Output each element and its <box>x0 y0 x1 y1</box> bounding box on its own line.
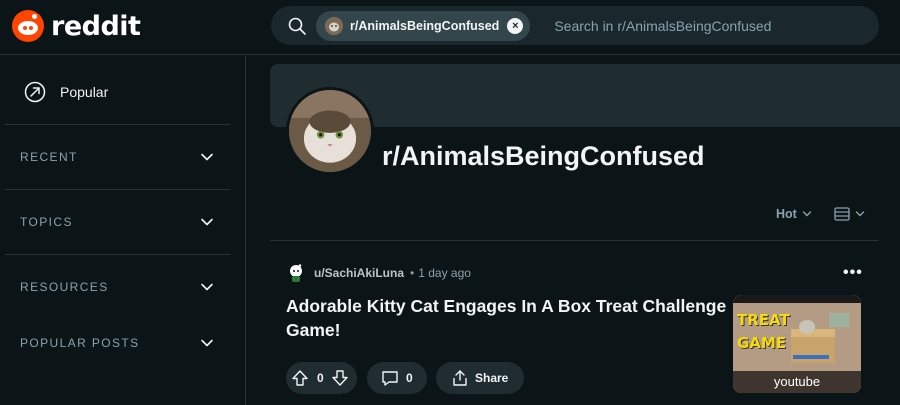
chevron-down-icon <box>201 153 213 161</box>
logo-text: reddit <box>51 10 141 42</box>
view-toggle[interactable] <box>834 207 865 221</box>
top-header: reddit r/AnimalsBeingConfused × Search i… <box>0 0 900 55</box>
thumbnail-text: GAME <box>737 334 787 352</box>
post-author-link[interactable]: u/SachiAkiLuna <box>314 266 404 280</box>
more-dots-icon[interactable]: ••• <box>843 264 863 282</box>
subreddit-title: r/AnimalsBeingConfused <box>382 141 705 171</box>
meta-separator: • <box>410 266 415 280</box>
divider <box>5 189 230 190</box>
post-timestamp: 1 day ago <box>418 266 471 280</box>
subreddit-avatar <box>286 87 374 175</box>
vote-control: 0 <box>286 362 357 394</box>
search-icon <box>288 17 306 35</box>
section-label: RESOURCES <box>20 280 109 294</box>
comment-bubble-icon <box>382 371 398 386</box>
comments-button[interactable]: 0 <box>367 362 427 394</box>
subreddit-search-chip[interactable]: r/AnimalsBeingConfused × <box>316 10 531 41</box>
subreddit-chip-avatar <box>325 16 343 35</box>
chevron-down-icon <box>201 339 213 347</box>
search-bar[interactable]: r/AnimalsBeingConfused × Search in r/Ani… <box>271 6 879 45</box>
sort-label: Hot <box>776 207 797 221</box>
section-label: POPULAR POSTS <box>20 336 140 350</box>
thumbnail-text: TREAT <box>737 311 790 329</box>
thumbnail-source-label: youtube <box>733 371 861 393</box>
downvote-arrow-icon[interactable] <box>331 369 349 387</box>
user-avatar-icon[interactable] <box>287 263 305 283</box>
upvote-arrow-icon[interactable] <box>291 369 309 387</box>
chevron-down-icon <box>201 218 213 226</box>
sidebar-item-popular[interactable]: Popular <box>12 68 232 116</box>
chevron-down-icon <box>855 211 865 217</box>
share-label: Share <box>475 371 509 385</box>
search-input[interactable]: Search in r/AnimalsBeingConfused <box>554 18 771 34</box>
trending-arrow-icon <box>24 81 46 103</box>
sidebar-section-topics[interactable]: TOPICS <box>5 202 230 242</box>
post-title[interactable]: Adorable Kitty Cat Engages In A Box Trea… <box>286 294 731 342</box>
close-icon[interactable]: × <box>507 17 524 34</box>
divider <box>5 254 230 255</box>
section-label: TOPICS <box>20 215 73 229</box>
card-view-icon <box>834 207 850 221</box>
reddit-snoo-icon <box>12 10 44 42</box>
vote-count: 0 <box>317 371 324 385</box>
comment-count: 0 <box>406 371 413 385</box>
sort-dropdown[interactable]: Hot <box>776 207 812 221</box>
section-label: RECENT <box>20 150 78 164</box>
divider <box>5 124 230 125</box>
post-thumbnail[interactable]: TREAT GAME youtube <box>733 295 861 393</box>
sidebar-item-label: Popular <box>60 84 109 100</box>
left-sidebar: Popular RECENT TOPICS RESOURCES POPULAR … <box>0 56 246 405</box>
divider <box>270 240 878 241</box>
sidebar-section-recent[interactable]: RECENT <box>5 137 230 177</box>
post-meta: u/SachiAkiLuna • 1 day ago <box>287 263 471 283</box>
share-button[interactable]: Share <box>436 362 524 394</box>
subreddit-chip-label: r/AnimalsBeingConfused <box>350 18 500 33</box>
chevron-down-icon <box>802 211 812 217</box>
chevron-down-icon <box>201 283 213 291</box>
sidebar-section-resources[interactable]: RESOURCES <box>5 267 230 307</box>
reddit-logo[interactable]: reddit <box>12 10 141 42</box>
share-icon <box>453 370 467 386</box>
sidebar-section-popular-posts[interactable]: POPULAR POSTS <box>5 323 230 363</box>
